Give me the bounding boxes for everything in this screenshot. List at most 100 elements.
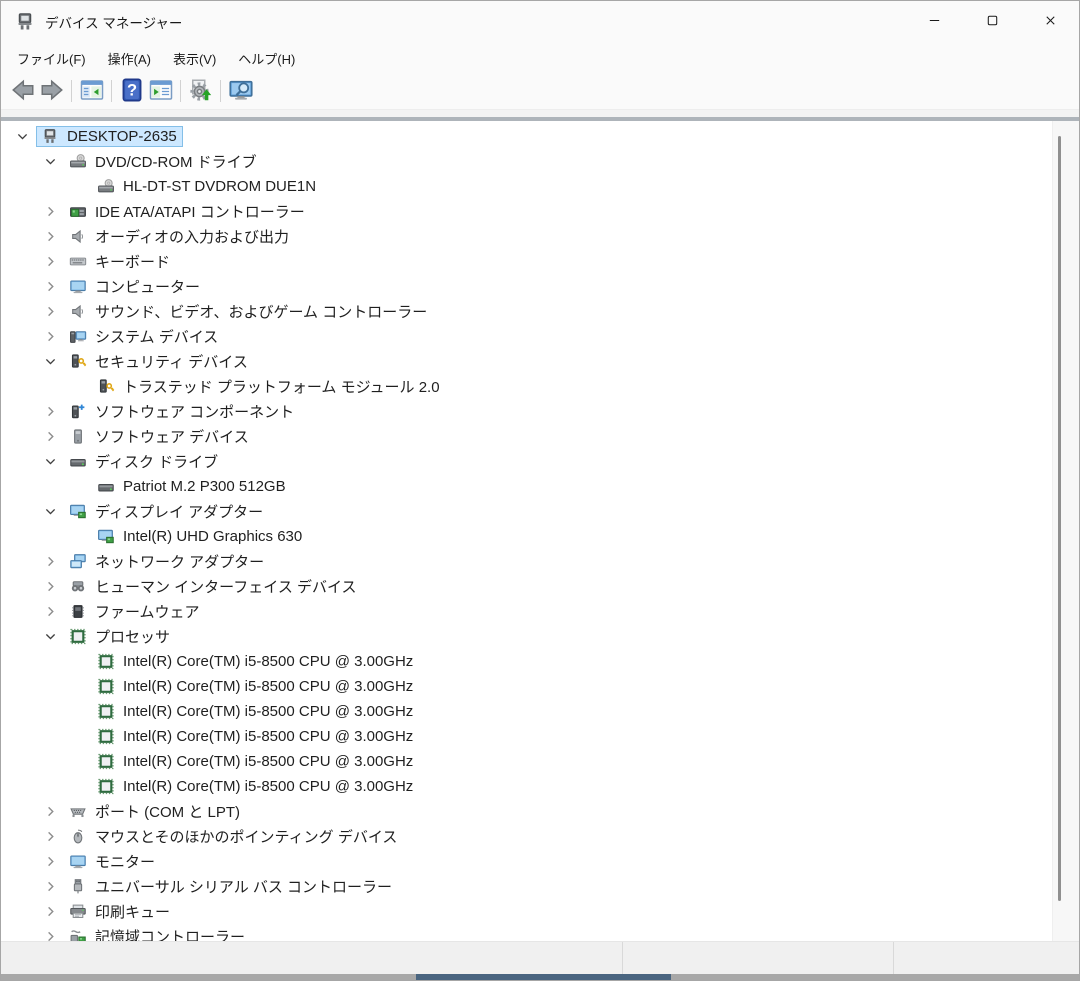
tree-item-body[interactable]: Intel(R) Core(TM) i5-8500 CPU @ 3.00GHz — [92, 701, 419, 722]
tree-item-body[interactable]: Intel(R) Core(TM) i5-8500 CPU @ 3.00GHz — [92, 776, 419, 797]
tree-item[interactable]: キーボード — [1, 249, 1079, 274]
tree-item[interactable]: Intel(R) Core(TM) i5-8500 CPU @ 3.00GHz — [1, 774, 1079, 799]
chevron-right-icon[interactable] — [41, 854, 59, 870]
tree-item-body[interactable]: HL-DT-ST DVDROM DUE1N — [92, 176, 322, 197]
tree-item[interactable]: IDE ATA/ATAPI コントローラー — [1, 199, 1079, 224]
menu-view[interactable]: 表示(V) — [162, 45, 227, 72]
tree-item-body[interactable]: システム デバイス — [64, 324, 224, 349]
tree-item[interactable]: トラステッド プラットフォーム モジュール 2.0 — [1, 374, 1079, 399]
chevron-right-icon[interactable] — [41, 329, 59, 345]
tree-item[interactable]: ディスプレイ アダプター — [1, 499, 1079, 524]
chevron-right-icon[interactable] — [41, 254, 59, 270]
maximize-button[interactable] — [963, 1, 1021, 43]
back-button[interactable] — [9, 77, 36, 105]
chevron-right-icon[interactable] — [41, 404, 59, 420]
tree-item[interactable]: HL-DT-ST DVDROM DUE1N — [1, 174, 1079, 199]
tree-item[interactable]: ポート (COM と LPT) — [1, 799, 1079, 824]
tree-item-body[interactable]: プロセッサ — [64, 624, 176, 649]
tree-item-body[interactable]: マウスとそのほかのポインティング デバイス — [64, 824, 403, 849]
tree-item-body[interactable]: ソフトウェア コンポーネント — [64, 399, 300, 424]
chevron-right-icon[interactable] — [41, 304, 59, 320]
help-button[interactable]: ? — [118, 77, 145, 105]
chevron-right-icon[interactable] — [41, 604, 59, 620]
tree-item[interactable]: DVD/CD-ROM ドライブ — [1, 149, 1079, 174]
chevron-right-icon[interactable] — [41, 829, 59, 845]
tree-item-body[interactable]: Intel(R) Core(TM) i5-8500 CPU @ 3.00GHz — [92, 751, 419, 772]
chevron-right-icon[interactable] — [41, 429, 59, 445]
vertical-scrollbar-track[interactable] — [1052, 121, 1079, 941]
tree-item[interactable]: ソフトウェア デバイス — [1, 424, 1079, 449]
tree-item-body[interactable]: 印刷キュー — [64, 899, 176, 924]
tree-item[interactable]: コンピューター — [1, 274, 1079, 299]
tree-item[interactable]: Intel(R) Core(TM) i5-8500 CPU @ 3.00GHz — [1, 699, 1079, 724]
menu-file[interactable]: ファイル(F) — [6, 45, 97, 72]
chevron-right-icon[interactable] — [41, 804, 59, 820]
tree-item[interactable]: Intel(R) Core(TM) i5-8500 CPU @ 3.00GHz — [1, 649, 1079, 674]
vertical-scrollbar-thumb[interactable] — [1058, 136, 1061, 901]
tree-item-body[interactable]: オーディオの入力および出力 — [64, 224, 295, 249]
tree-item-body[interactable]: DVD/CD-ROM ドライブ — [64, 149, 263, 174]
tree-item-body[interactable]: セキュリティ デバイス — [64, 349, 254, 374]
close-button[interactable] — [1021, 1, 1079, 43]
chevron-right-icon[interactable] — [41, 554, 59, 570]
tree-item[interactable]: ユニバーサル シリアル バス コントローラー — [1, 874, 1079, 899]
tree-item[interactable]: 印刷キュー — [1, 899, 1079, 924]
tree-item-body[interactable]: コンピューター — [64, 274, 206, 299]
menu-help[interactable]: ヘルプ(H) — [227, 45, 306, 72]
forward-button[interactable] — [38, 77, 65, 105]
tree-item[interactable]: ソフトウェア コンポーネント — [1, 399, 1079, 424]
scan-hardware-changes-button[interactable] — [187, 77, 214, 105]
tree-item[interactable]: Intel(R) UHD Graphics 630 — [1, 524, 1079, 549]
tree-item[interactable]: DESKTOP-2635 — [1, 124, 1079, 149]
menu-action[interactable]: 操作(A) — [97, 45, 162, 72]
tree-item[interactable]: ヒューマン インターフェイス デバイス — [1, 574, 1079, 599]
tree-item-body[interactable]: ユニバーサル シリアル バス コントローラー — [64, 874, 398, 899]
tree-item-body[interactable]: ネットワーク アダプター — [64, 549, 270, 574]
chevron-down-icon[interactable] — [41, 354, 59, 370]
chevron-down-icon[interactable] — [13, 129, 31, 145]
chevron-right-icon[interactable] — [41, 229, 59, 245]
tree-item[interactable]: ファームウェア — [1, 599, 1079, 624]
chevron-right-icon[interactable] — [41, 279, 59, 295]
tree-item[interactable]: 記憶域コントローラー — [1, 924, 1079, 941]
chevron-right-icon[interactable] — [41, 929, 59, 942]
chevron-down-icon[interactable] — [41, 629, 59, 645]
tree-item-body[interactable]: Intel(R) UHD Graphics 630 — [92, 526, 308, 547]
chevron-right-icon[interactable] — [41, 204, 59, 220]
tree-item[interactable]: Intel(R) Core(TM) i5-8500 CPU @ 3.00GHz — [1, 749, 1079, 774]
tree-item[interactable]: マウスとそのほかのポインティング デバイス — [1, 824, 1079, 849]
tree-item-body[interactable]: Intel(R) Core(TM) i5-8500 CPU @ 3.00GHz — [92, 651, 419, 672]
tree-item-body[interactable]: ファームウェア — [64, 599, 206, 624]
chevron-right-icon[interactable] — [41, 904, 59, 920]
minimize-button[interactable] — [905, 1, 963, 43]
tree-item-body[interactable]: IDE ATA/ATAPI コントローラー — [64, 199, 311, 224]
tree-item[interactable]: プロセッサ — [1, 624, 1079, 649]
tree-item[interactable]: Patriot M.2 P300 512GB — [1, 474, 1079, 499]
tree-item-body[interactable]: ディスク ドライブ — [64, 449, 224, 474]
device-search-button[interactable] — [227, 77, 254, 105]
tree-item-body[interactable]: ヒューマン インターフェイス デバイス — [64, 574, 363, 599]
chevron-right-icon[interactable] — [41, 879, 59, 895]
show-console-tree-button[interactable] — [78, 77, 105, 105]
properties-button[interactable] — [147, 77, 174, 105]
tree-item-body[interactable]: 記憶域コントローラー — [64, 924, 251, 941]
tree-item[interactable]: ディスク ドライブ — [1, 449, 1079, 474]
tree-item-selected-body[interactable]: DESKTOP-2635 — [36, 126, 183, 147]
tree-item-body[interactable]: サウンド、ビデオ、およびゲーム コントローラー — [64, 299, 433, 324]
chevron-down-icon[interactable] — [41, 154, 59, 170]
tree-item-body[interactable]: モニター — [64, 849, 161, 874]
chevron-down-icon[interactable] — [41, 504, 59, 520]
tree-item[interactable]: オーディオの入力および出力 — [1, 224, 1079, 249]
tree-item-body[interactable]: ディスプレイ アダプター — [64, 499, 269, 524]
tree-item-body[interactable]: ポート (COM と LPT) — [64, 799, 246, 824]
tree-item-body[interactable]: トラステッド プラットフォーム モジュール 2.0 — [92, 374, 446, 399]
tree-item[interactable]: ネットワーク アダプター — [1, 549, 1079, 574]
tree-item-body[interactable]: Intel(R) Core(TM) i5-8500 CPU @ 3.00GHz — [92, 676, 419, 697]
chevron-right-icon[interactable] — [41, 579, 59, 595]
tree-item-body[interactable]: キーボード — [64, 249, 176, 274]
tree-item[interactable]: システム デバイス — [1, 324, 1079, 349]
tree-item-body[interactable]: Patriot M.2 P300 512GB — [92, 476, 292, 497]
tree-item[interactable]: セキュリティ デバイス — [1, 349, 1079, 374]
tree-item[interactable]: サウンド、ビデオ、およびゲーム コントローラー — [1, 299, 1079, 324]
tree-item-body[interactable]: Intel(R) Core(TM) i5-8500 CPU @ 3.00GHz — [92, 726, 419, 747]
